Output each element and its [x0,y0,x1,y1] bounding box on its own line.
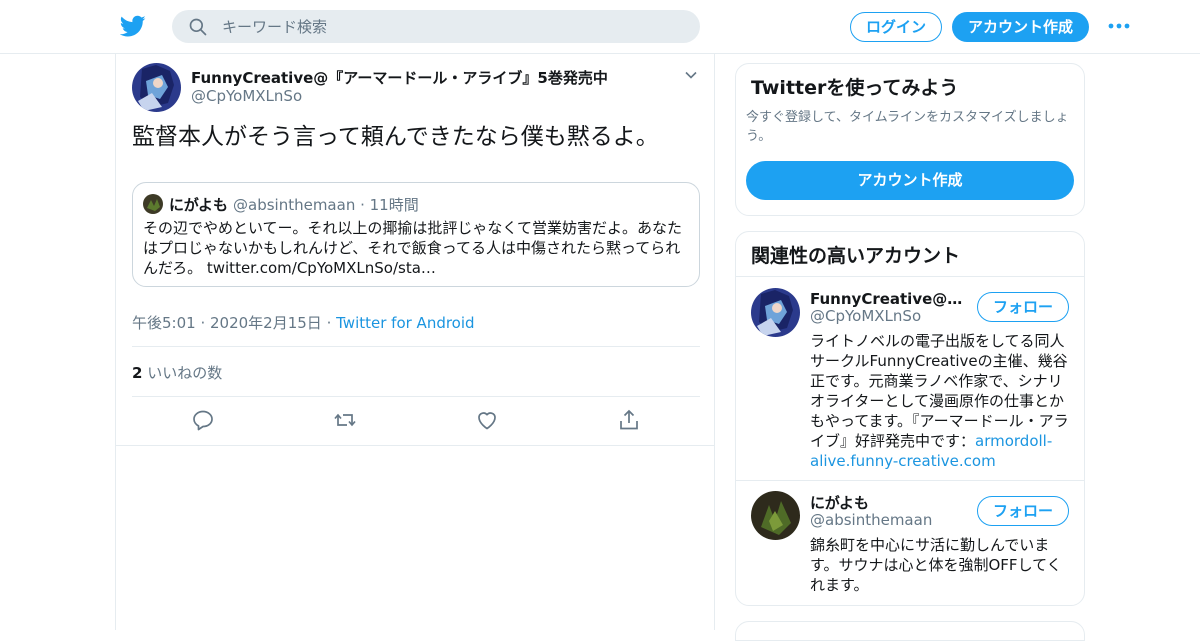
account-name[interactable]: FunnyCreative@『… [810,288,968,309]
tweet-meta: 午後5:01 · 2020年2月15日 · Twitter for Androi… [132,312,475,333]
search-bar[interactable] [172,10,700,43]
author-avatar[interactable] [132,63,181,112]
caret-down-icon[interactable] [684,68,698,82]
divider [736,276,1084,277]
reply-icon[interactable] [191,408,215,432]
account-avatar[interactable] [751,491,800,540]
author-handle[interactable]: @CpYoMXLnSo [191,87,302,105]
twitter-bird-icon[interactable] [120,13,146,39]
account-avatar[interactable] [751,288,800,337]
try-twitter-title: Twitterを使ってみよう [751,77,959,99]
try-twitter-card: Twitterを使ってみよう 今すぐ登録して、タイムラインをカスタマイズしましょ… [735,63,1085,216]
account-handle[interactable]: @CpYoMXLnSo [810,307,921,325]
login-button[interactable]: ログイン [850,12,942,42]
more-dots-icon[interactable] [1107,17,1131,35]
divider [736,480,1084,481]
divider [116,445,714,446]
tweet-text: 監督本人がそう言って頼んできたなら僕も黙るよ。 [132,124,659,150]
tweet-detail-column: FunnyCreative@『アーマードール・アライブ』5巻発売中 @CpYoM… [115,54,715,630]
tweet-actions [116,408,716,438]
search-input[interactable] [222,10,682,43]
meta-separator: · [326,314,337,332]
quoted-author-name: にがよも [169,196,228,214]
tweet-timestamp[interactable]: 午後5:01 · 2020年2月15日 [132,314,322,332]
quoted-avatar [143,194,163,214]
divider [132,396,700,397]
follow-button[interactable]: フォロー [977,496,1069,526]
quoted-tweet[interactable]: にがよも @absinthemaan · 11時間 その辺でやめといてー。それ以… [132,182,700,287]
account-name[interactable]: にがよも [810,492,968,513]
sidebar-card-partial [735,621,1085,641]
likes-stat[interactable]: 2 いいねの数 [132,362,222,383]
account-bio: ライトノベルの電子出版をしてる同人サークルFunnyCreativeの主催、幾谷… [810,331,1072,471]
account-handle[interactable]: @absinthemaan [810,511,932,529]
likes-label: いいねの数 [147,364,223,382]
top-navigation-bar: ログイン アカウント作成 [0,0,1200,54]
follow-button[interactable]: フォロー [977,292,1069,322]
relevant-accounts-card: 関連性の高いアカウント FunnyCreative@『… @CpYoMXLnSo… [735,231,1085,606]
sidebar-signup-button[interactable]: アカウント作成 [746,161,1074,200]
author-name[interactable]: FunnyCreative@『アーマードール・アライブ』5巻発売中 [191,67,608,88]
tweet-source-link[interactable]: Twitter for Android [336,314,474,332]
try-twitter-description: 今すぐ登録して、タイムラインをカスタマイズしましょう。 [746,110,1069,144]
relevant-accounts-title: 関連性の高いアカウント [751,245,961,267]
signup-button[interactable]: アカウント作成 [952,12,1089,42]
share-icon[interactable] [617,408,641,432]
divider [132,346,700,347]
search-icon [189,18,207,36]
retweet-icon[interactable] [333,408,357,432]
quoted-text: その辺でやめといてー。それ以上の揶揄は批評じゃなくて営業妨害だよ。あなたはプロじ… [143,219,682,277]
quoted-author-handle: @absinthemaan · 11時間 [233,196,419,214]
likes-count: 2 [132,364,143,382]
like-icon[interactable] [475,408,499,432]
account-bio: 錦糸町を中心にサ活に勤しんでいます。サウナは心と体を強制OFFしてくれます。 [810,536,1062,594]
